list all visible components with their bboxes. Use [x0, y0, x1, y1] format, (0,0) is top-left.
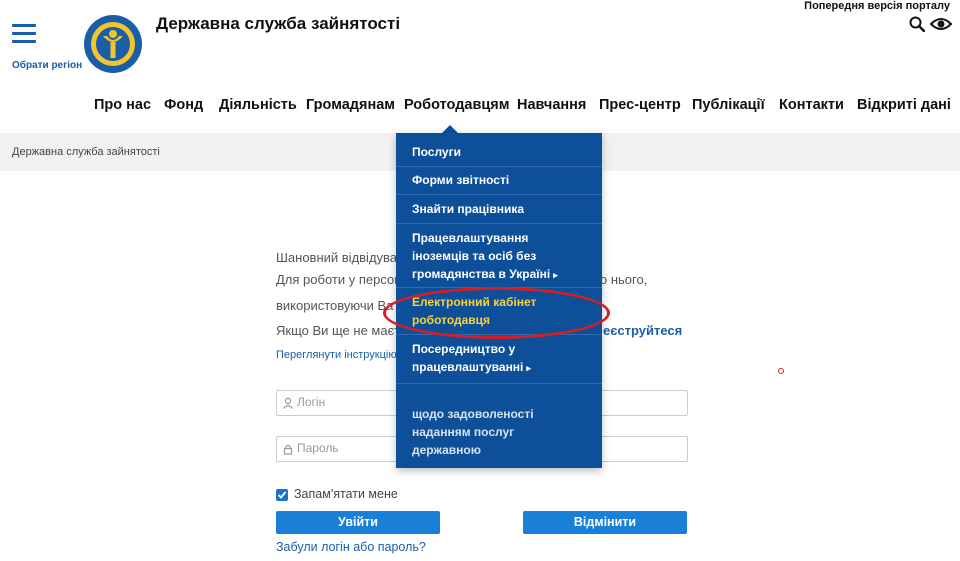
cancel-button[interactable]: Відмінити	[523, 511, 687, 534]
submenu-arrow-icon: ▸	[553, 270, 558, 280]
dropdown-bottom	[396, 445, 602, 446]
nav-item-education[interactable]: Навчання	[517, 97, 586, 113]
user-icon	[282, 396, 294, 409]
greeting-text: Шановний відвідувач	[276, 250, 404, 265]
dropdown-item-services[interactable]: Послуги	[396, 143, 602, 161]
login-placeholder: Логін	[297, 395, 326, 409]
submenu-arrow-icon: ▸	[526, 363, 531, 373]
nav-item-contacts[interactable]: Контакти	[779, 97, 844, 113]
register-link[interactable]: еєструйтеся	[603, 323, 682, 338]
dropdown-divider	[396, 166, 602, 167]
dropdown-item-satisfaction-survey[interactable]: щодо задоволеності наданням послуг держа…	[396, 405, 602, 459]
dropdown-divider	[396, 194, 602, 195]
main-nav: Про нас Фонд Діяльність Громадянам Робот…	[0, 97, 960, 117]
dropdown-item-foreigners-employment[interactable]: Працевлаштування іноземців та осіб без г…	[396, 229, 602, 284]
menu-hamburger-icon[interactable]	[12, 24, 36, 43]
nav-item-activity[interactable]: Діяльність	[219, 97, 297, 113]
dropdown-item-find-worker[interactable]: Знайти працівника	[396, 200, 602, 218]
breadcrumb[interactable]: Державна служба зайнятості	[12, 146, 160, 158]
nav-item-citizens[interactable]: Громадянам	[306, 97, 395, 113]
site-title[interactable]: Державна служба зайнятості	[156, 14, 400, 34]
password-placeholder: Пароль	[297, 441, 339, 455]
remember-me-checkbox[interactable]	[276, 489, 288, 501]
search-icon[interactable]	[909, 16, 926, 33]
nav-item-open-data[interactable]: Відкриті дані	[857, 97, 951, 113]
nav-item-about[interactable]: Про нас	[94, 97, 151, 113]
select-region-link[interactable]: Обрати регіон	[12, 60, 82, 71]
intro-text-line3: використовуючи Ва	[276, 298, 394, 313]
dropdown-divider	[396, 383, 602, 384]
dropdown-caret	[442, 125, 458, 133]
dropdown-item-employment-mediation[interactable]: Посередництво у працевлаштуванні ▸	[396, 340, 602, 377]
submit-button[interactable]: Увійти	[276, 511, 440, 534]
nav-item-press-center[interactable]: Прес-центр	[599, 97, 681, 113]
accessibility-eye-icon[interactable]	[929, 17, 953, 31]
highlight-ellipse	[383, 287, 610, 339]
forgot-credentials-link[interactable]: Забули логін або пароль?	[276, 540, 426, 554]
lock-icon	[282, 442, 294, 455]
intro-text-end: о нього,	[600, 272, 648, 287]
remember-me-label[interactable]: Запам'ятати мене	[294, 487, 398, 501]
instructions-link[interactable]: Переглянути інструкцію	[276, 349, 397, 361]
nav-item-fund[interactable]: Фонд	[164, 97, 203, 113]
nav-item-publications[interactable]: Публікації	[692, 97, 765, 113]
dropdown-item-report-forms[interactable]: Форми звітності	[396, 171, 602, 189]
intro-text-start: Для роботи у персон	[276, 272, 402, 287]
logo[interactable]	[83, 14, 143, 74]
nav-item-employers[interactable]: Роботодавцям	[404, 97, 509, 113]
dropdown-divider	[396, 223, 602, 224]
red-marker	[778, 368, 784, 374]
previous-version-link[interactable]: Попередня версія порталу	[804, 0, 950, 12]
intro-text-line4: Якщо Ви ще не маєте	[276, 323, 408, 338]
